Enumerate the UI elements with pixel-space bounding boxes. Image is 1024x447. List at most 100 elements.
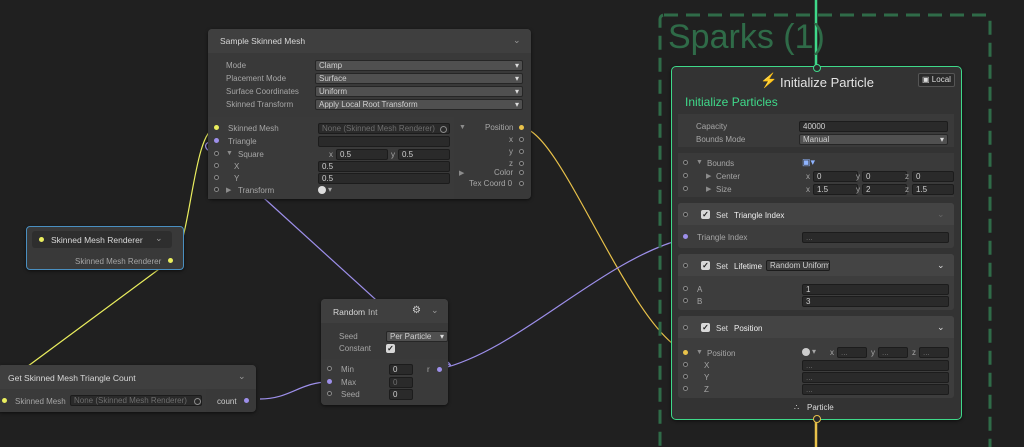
y-value-field[interactable]: 0.5: [318, 173, 450, 184]
triangle-count-node[interactable]: Get Skinned Mesh Triangle Count ⌄ Skinne…: [0, 365, 256, 412]
pos-x-input-port[interactable]: [683, 362, 688, 367]
block-enabled-checkbox[interactable]: ✓: [701, 323, 710, 332]
object-picker-icon[interactable]: [440, 126, 447, 133]
position-expand-icon[interactable]: ▼: [696, 349, 703, 356]
center-y-field[interactable]: 0: [862, 171, 907, 182]
chevron-down-icon[interactable]: ⌄: [155, 233, 163, 244]
x-output-port[interactable]: [519, 137, 524, 142]
mode-dropdown[interactable]: Clamp: [315, 60, 523, 71]
min-input-port[interactable]: [327, 366, 332, 371]
a-field[interactable]: 1: [802, 284, 949, 295]
square-x-field[interactable]: 0.5: [336, 149, 388, 160]
a-input-port[interactable]: [683, 286, 688, 291]
random-type[interactable]: Int: [368, 307, 377, 317]
random-output-port[interactable]: [437, 367, 442, 372]
y-output-port[interactable]: [519, 149, 524, 154]
seed-mode-dropdown[interactable]: Per Particle: [386, 331, 448, 342]
count-output-port[interactable]: [244, 398, 249, 403]
bounds-input-port[interactable]: [683, 160, 688, 165]
b-field[interactable]: 3: [802, 296, 949, 307]
pos-y-field[interactable]: ...: [878, 347, 908, 358]
dropdown-arrow-icon[interactable]: ▾: [812, 347, 816, 356]
size-expand-icon[interactable]: ▶: [706, 185, 711, 193]
color-output-port[interactable]: [519, 170, 524, 175]
center-z-field[interactable]: 0: [912, 171, 954, 182]
square-y-field[interactable]: 0.5: [398, 149, 450, 160]
object-picker-icon[interactable]: [194, 398, 201, 405]
square-input-port[interactable]: [214, 151, 219, 156]
capacity-field[interactable]: 40000: [799, 121, 948, 132]
pos-y-input-port[interactable]: [683, 374, 688, 379]
bounds-mode-dropdown[interactable]: Manual: [799, 134, 948, 145]
triangle-input-port[interactable]: [214, 138, 219, 143]
surface-dropdown[interactable]: Uniform: [315, 86, 523, 97]
triangle-field[interactable]: [318, 136, 450, 147]
set-position-block[interactable]: ✓ Set Position ⌄ ▼ Position ▾ x ... y ..…: [678, 316, 954, 398]
y-input-port[interactable]: [214, 175, 219, 180]
seed-input-port[interactable]: [327, 391, 332, 396]
seed-field[interactable]: 0: [389, 389, 413, 400]
color-expand-icon[interactable]: ▶: [459, 169, 464, 177]
size-input-port[interactable]: [683, 186, 688, 191]
flow-input-port[interactable]: [813, 64, 821, 72]
size-y-field[interactable]: 2: [862, 184, 907, 195]
pos-z-wide-field[interactable]: ...: [802, 384, 949, 395]
placement-dropdown[interactable]: Surface: [315, 73, 523, 84]
x-value-field[interactable]: 0.5: [318, 161, 450, 172]
collapse-triangle-icon[interactable]: ▶: [226, 186, 231, 194]
chevron-down-icon[interactable]: ⌄: [513, 35, 521, 46]
initialize-particle-context[interactable]: ⚡ Initialize Particle ▣ Local Initialize…: [671, 64, 962, 423]
set-triangle-index-block[interactable]: ✓ Set Triangle Index ⌄ Triangle Index ..…: [678, 203, 954, 248]
texcoord-output-port[interactable]: [519, 181, 524, 186]
dropdown-arrow-icon[interactable]: ▾: [328, 185, 332, 194]
expand-triangle-icon[interactable]: ▼: [226, 150, 233, 157]
triangle-index-field[interactable]: ...: [802, 232, 949, 243]
random-node[interactable]: Random Int ⚙ ⌄ Seed Per Particle Constan…: [321, 299, 448, 405]
skinned-mesh-object-field[interactable]: None (Skinned Mesh Renderer): [318, 123, 450, 134]
pos-z-field[interactable]: ...: [919, 347, 949, 358]
block-enabled-checkbox[interactable]: ✓: [701, 210, 710, 219]
set-lifetime-block[interactable]: ✓ Set Lifetime Random Uniform ⌄ A 1 B 3: [678, 254, 954, 310]
block-activation-port[interactable]: [683, 212, 688, 217]
context-subtitle[interactable]: Initialize Particles: [685, 95, 778, 109]
skinned-mesh-input-port[interactable]: [2, 398, 7, 403]
transform-dropdown[interactable]: Apply Local Root Transform: [315, 99, 523, 110]
size-z-field[interactable]: 1.5: [912, 184, 954, 195]
min-field[interactable]: 0: [389, 364, 413, 375]
chevron-down-icon[interactable]: ⌄: [238, 371, 246, 382]
position-output-port[interactable]: [519, 125, 524, 130]
max-input-port[interactable]: [327, 379, 332, 384]
chevron-down-icon[interactable]: ⌄: [937, 209, 945, 220]
block-activation-port[interactable]: [683, 263, 688, 268]
bounds-expand-icon[interactable]: ▼: [696, 159, 703, 166]
sample-skinned-mesh-node[interactable]: Sample Skinned Mesh ⌄ Mode Clamp Placeme…: [208, 29, 531, 199]
center-input-port[interactable]: [683, 173, 688, 178]
x-input-port[interactable]: [214, 163, 219, 168]
center-expand-icon[interactable]: ▶: [706, 172, 711, 180]
pos-z-input-port[interactable]: [683, 386, 688, 391]
b-input-port[interactable]: [683, 298, 688, 303]
triangle-count-object-field[interactable]: None (Skinned Mesh Renderer): [70, 395, 202, 406]
transform-input-port[interactable]: [214, 187, 219, 192]
block-enabled-checkbox[interactable]: ✓: [701, 261, 710, 270]
pos-x-wide-field[interactable]: ...: [802, 360, 949, 371]
triangle-index-input-port[interactable]: [683, 234, 688, 239]
renderer-output-port[interactable]: [168, 258, 173, 263]
skinned-mesh-renderer-node[interactable]: Skinned Mesh Renderer ⌄ Skinned Mesh Ren…: [26, 226, 184, 270]
chevron-down-icon[interactable]: ⌄: [937, 322, 945, 333]
chevron-down-icon[interactable]: ⌄: [937, 260, 945, 271]
skinned-mesh-input-port[interactable]: [214, 125, 219, 130]
constant-checkbox[interactable]: ✓: [386, 344, 395, 353]
block-activation-port[interactable]: [683, 325, 688, 330]
position-input-port[interactable]: [683, 350, 688, 355]
z-output-port[interactable]: [519, 161, 524, 166]
space-toggle-icon[interactable]: [802, 348, 810, 356]
size-x-field[interactable]: 1.5: [813, 184, 858, 195]
center-x-field[interactable]: 0: [813, 171, 858, 182]
pos-x-field[interactable]: ...: [837, 347, 867, 358]
gear-icon[interactable]: ⚙: [412, 305, 421, 316]
space-toggle-icon[interactable]: [318, 186, 326, 194]
flow-output-port[interactable]: [813, 415, 821, 423]
position-expand-icon[interactable]: ▼: [459, 124, 466, 131]
bounds-space-icon[interactable]: ▣▾: [802, 157, 815, 168]
